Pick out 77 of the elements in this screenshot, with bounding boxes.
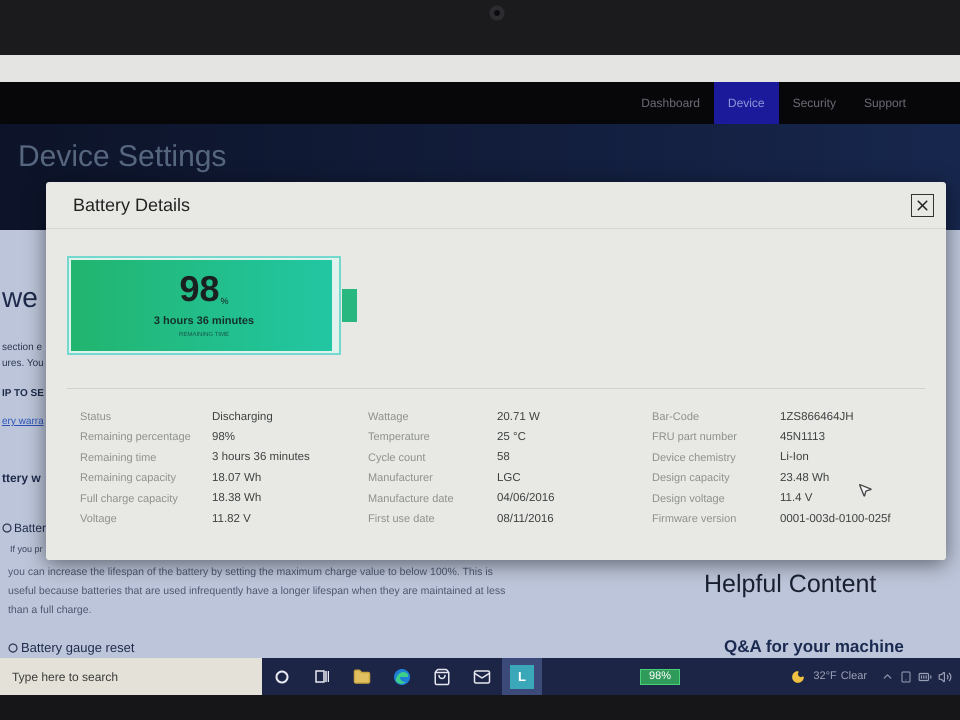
detail-label: Voltage: [80, 512, 118, 527]
tablet-icon[interactable]: [900, 670, 912, 682]
weather-condition: Clear: [840, 669, 867, 684]
remaining-time: 3 hours 36 minutes: [154, 314, 254, 329]
detail-value: 1ZS866464JH: [780, 410, 854, 425]
detail-label: Bar-Code: [652, 410, 700, 425]
detail-value: 58: [497, 450, 510, 466]
detail-value: 20.71 W: [497, 410, 540, 425]
webcam-icon: [489, 5, 505, 21]
search-field[interactable]: Type here to search: [0, 658, 262, 695]
detail-value: 04/06/2016: [497, 491, 555, 506]
cursor-icon: [857, 482, 873, 498]
detail-value: 08/11/2016: [497, 512, 554, 527]
detail-value: 0001-003d-0100-025f: [780, 512, 891, 527]
detail-value: 3 hours 36 minutes: [212, 450, 310, 466]
folder-icon: [353, 668, 371, 686]
detail-value: 11.4 V: [780, 491, 812, 506]
setting-description: you can increase the lifespan of the battery by setting the maximum charge value to below 100%. This is useful because batteries that are used infrequently have a longer lifespan when they are maintained at less than a full charge.: [8, 565, 506, 618]
mail-icon: [473, 668, 491, 686]
detail-value: 98%: [212, 430, 236, 445]
detail-label: Full charge capacity: [80, 492, 179, 506]
detail-label: First use date: [368, 512, 436, 527]
detail-label: Device chemistry: [652, 450, 737, 466]
qa-heading: Q&A for your machine: [724, 636, 904, 658]
detail-label: FRU part number: [652, 430, 738, 446]
task-view-icon: [315, 670, 329, 683]
battery-percentage: 98: [179, 270, 220, 307]
helpful-content-heading: Helpful Content: [704, 569, 876, 600]
detail-value: 11.82 V: [212, 512, 251, 527]
detail-label: Design voltage: [652, 492, 726, 506]
detail-value: 25 °C: [497, 430, 526, 445]
setting-title: Batter: [14, 520, 46, 537]
jump-label: IP TO SE: [2, 387, 44, 401]
setting-text: If you pr: [9, 543, 43, 556]
battery-terminal: [342, 289, 357, 322]
nav-tab[interactable]: Device: [714, 82, 779, 124]
battery-indicator[interactable]: 98%: [640, 668, 680, 684]
nav-tab[interactable]: Dashboard: [627, 82, 714, 124]
detail-value: LGC: [497, 470, 521, 486]
section-heading: we: [2, 282, 38, 314]
app-button[interactable]: L: [502, 658, 542, 695]
detail-label: Status: [80, 410, 112, 425]
nav-tab[interactable]: Support: [850, 82, 920, 124]
detail-value: 18.38 Wh: [212, 491, 262, 506]
detail-label: Remaining percentage: [80, 430, 192, 446]
detail-label: Remaining time: [80, 450, 158, 466]
speaker-icon[interactable]: [938, 670, 952, 684]
nav-tab[interactable]: Security: [778, 82, 850, 124]
percent-sign: %: [220, 294, 229, 307]
detail-label: Design capacity: [652, 471, 731, 486]
circle-icon: [2, 523, 12, 533]
setting-title: Battery gauge reset: [21, 639, 134, 657]
swirl-icon: [393, 668, 411, 686]
detail-value: 23.48 Wh: [780, 470, 830, 486]
detail-label: Firmware version: [652, 512, 738, 527]
circle-icon: [8, 642, 18, 653]
dialog-title: Battery Details: [73, 194, 190, 217]
intro-text: section e: [2, 341, 42, 355]
weather-temperature: 32°F: [813, 669, 837, 684]
detail-value: 18.07 Wh: [212, 470, 262, 486]
jump-link[interactable]: ery warra: [2, 414, 44, 429]
detail-label: Cycle count: [368, 450, 426, 466]
detail-label: Manufacture date: [368, 492, 455, 506]
detail-label: Temperature: [368, 430, 431, 446]
circle-icon: [275, 670, 289, 684]
moon-icon: [791, 670, 806, 684]
detail-label: Wattage: [368, 410, 410, 425]
close-button[interactable]: [911, 194, 934, 216]
detail-value: Discharging: [212, 410, 273, 425]
detail-value: Li-Ion: [780, 450, 809, 466]
detail-value: 45N1113: [780, 430, 825, 445]
detail-label: Remaining capacity: [80, 471, 177, 486]
subsection-heading: ttery w: [2, 470, 41, 487]
shopping-bag-icon: [433, 668, 451, 686]
intro-text: ures. You: [2, 357, 44, 371]
detail-label: Manufacturer: [368, 471, 434, 486]
page-title: Device Settings: [18, 139, 226, 175]
